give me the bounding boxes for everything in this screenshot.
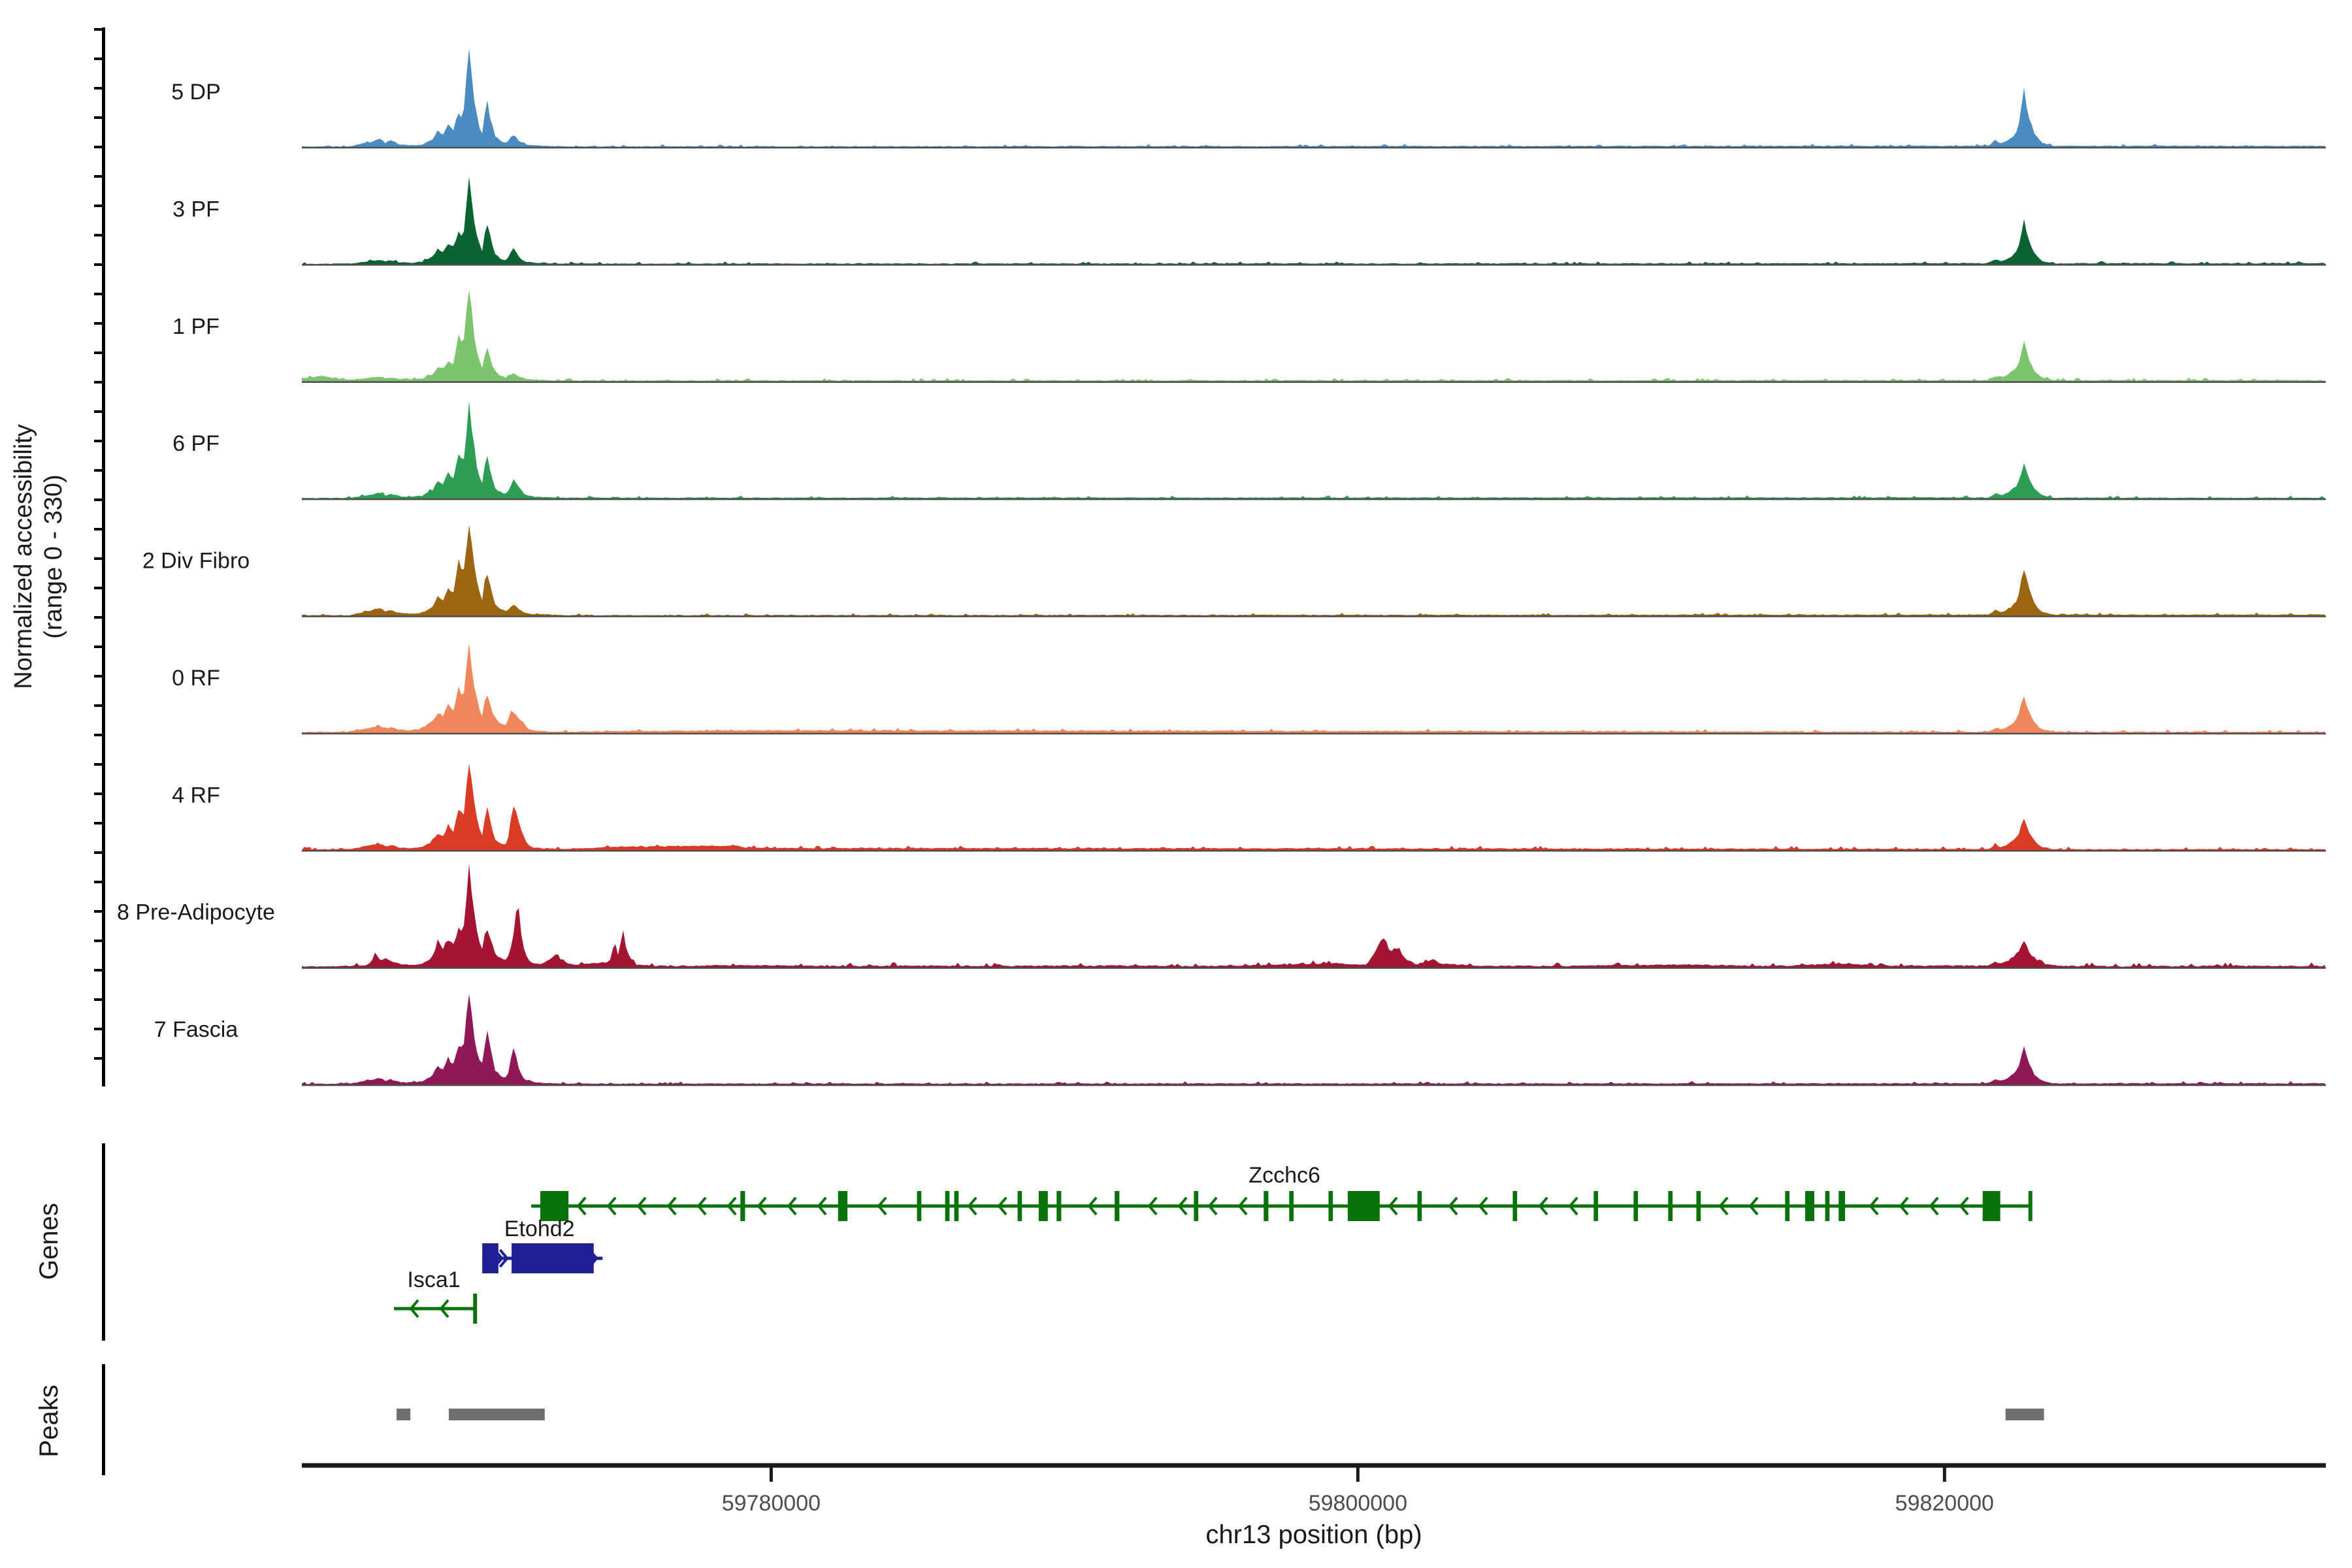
y-axis-label-line2: (range 0 - 330) bbox=[40, 474, 67, 638]
track-label: 8 Pre-Adipocyte bbox=[117, 900, 275, 925]
track-label: 6 PF bbox=[172, 431, 220, 456]
gene-exon-Etohd2 bbox=[482, 1243, 498, 1273]
x-axis-tick-label: 59820000 bbox=[1895, 1491, 1994, 1516]
coverage-area-6-pf bbox=[302, 401, 2326, 500]
gene-exon-Zcchc6 bbox=[1696, 1191, 1701, 1221]
gene-exon-Zcchc6 bbox=[1668, 1191, 1673, 1221]
gene-exon-Zcchc6 bbox=[1018, 1191, 1022, 1221]
gene-exon-Etohd2 bbox=[512, 1243, 594, 1273]
peak-region bbox=[397, 1409, 410, 1420]
gene-exon-Isca1 bbox=[473, 1294, 477, 1324]
coverage-area-3-pf bbox=[302, 177, 2326, 265]
peak-region bbox=[449, 1409, 545, 1420]
gene-exon-Zcchc6 bbox=[1328, 1191, 1333, 1221]
dynamic-layer: 5 DP 3 PF 1 PF 6 PF 2 Div Fibro 0 RF 4 RF 8 Pre… bbox=[94, 27, 2326, 1516]
x-axis-tick-label: 59780000 bbox=[722, 1491, 821, 1516]
coverage-area-0-rf bbox=[302, 643, 2326, 734]
coverage-area-4-rf bbox=[302, 764, 2326, 851]
gene-name-label: Zcchc6 bbox=[1249, 1163, 1320, 1188]
coverage-area-7-fascia bbox=[302, 994, 2326, 1085]
track-label: 0 RF bbox=[172, 666, 220, 691]
peak-region bbox=[2006, 1409, 2044, 1420]
gene-exon-Zcchc6 bbox=[1838, 1191, 1845, 1221]
gene-exon-Zcchc6 bbox=[1194, 1191, 1198, 1221]
gene-exon-Zcchc6 bbox=[1264, 1191, 1268, 1221]
track-label: 3 PF bbox=[172, 197, 220, 221]
track-label: 5 DP bbox=[171, 80, 221, 105]
y-axis-label-line1: Normalized accessibility bbox=[10, 424, 37, 689]
track-label: 4 RF bbox=[172, 783, 220, 808]
gene-exon-Zcchc6 bbox=[955, 1191, 959, 1221]
gene-exon-Zcchc6 bbox=[1983, 1191, 2001, 1221]
gene-exon-Zcchc6 bbox=[1785, 1191, 1789, 1221]
gene-exon-Zcchc6 bbox=[838, 1191, 847, 1221]
gene-exon-Zcchc6 bbox=[1593, 1191, 1598, 1221]
gene-exon-Zcchc6 bbox=[917, 1191, 922, 1221]
gene-exon-Zcchc6 bbox=[1289, 1191, 1294, 1221]
track-label: 1 PF bbox=[172, 314, 220, 339]
plot-canvas: Normalized accessibility (range 0 - 330)… bbox=[0, 0, 2352, 1568]
gene-name-label: Isca1 bbox=[407, 1267, 460, 1292]
coverage-area-1-pf bbox=[302, 290, 2326, 382]
gene-exon-Zcchc6 bbox=[1512, 1191, 1517, 1221]
genes-track-label: Genes bbox=[35, 1203, 63, 1280]
gene-exon-Zcchc6 bbox=[2029, 1191, 2033, 1221]
gene-exon-Zcchc6 bbox=[1348, 1191, 1380, 1221]
gene-exon-Zcchc6 bbox=[1039, 1191, 1048, 1221]
coverage-area-5-dp bbox=[302, 48, 2326, 148]
track-label: 2 Div Fibro bbox=[142, 549, 250, 574]
gene-exon-Zcchc6 bbox=[1417, 1191, 1422, 1221]
gene-exon-Zcchc6 bbox=[740, 1191, 745, 1221]
genome-browser-figure: Normalized accessibility (range 0 - 330)… bbox=[0, 0, 2352, 1568]
gene-exon-Zcchc6 bbox=[1115, 1191, 1119, 1221]
gene-name-label: Etohd2 bbox=[504, 1217, 575, 1241]
track-label: 7 Fascia bbox=[154, 1017, 238, 1042]
coverage-area-2-div-fibro bbox=[302, 525, 2326, 617]
gene-exon-Zcchc6 bbox=[1633, 1191, 1638, 1221]
gene-exon-Zcchc6 bbox=[945, 1191, 950, 1221]
gene-exon-Zcchc6 bbox=[1056, 1191, 1061, 1221]
gene-exon-Zcchc6 bbox=[1805, 1191, 1814, 1221]
peaks-track-label: Peaks bbox=[35, 1384, 63, 1457]
gene-exon-Zcchc6 bbox=[1825, 1191, 1830, 1221]
x-axis-tick-label: 59800000 bbox=[1309, 1491, 1407, 1516]
coverage-area-8-pre-adipocyte bbox=[302, 864, 2326, 968]
x-axis-title: chr13 position (bp) bbox=[1205, 1520, 1422, 1549]
